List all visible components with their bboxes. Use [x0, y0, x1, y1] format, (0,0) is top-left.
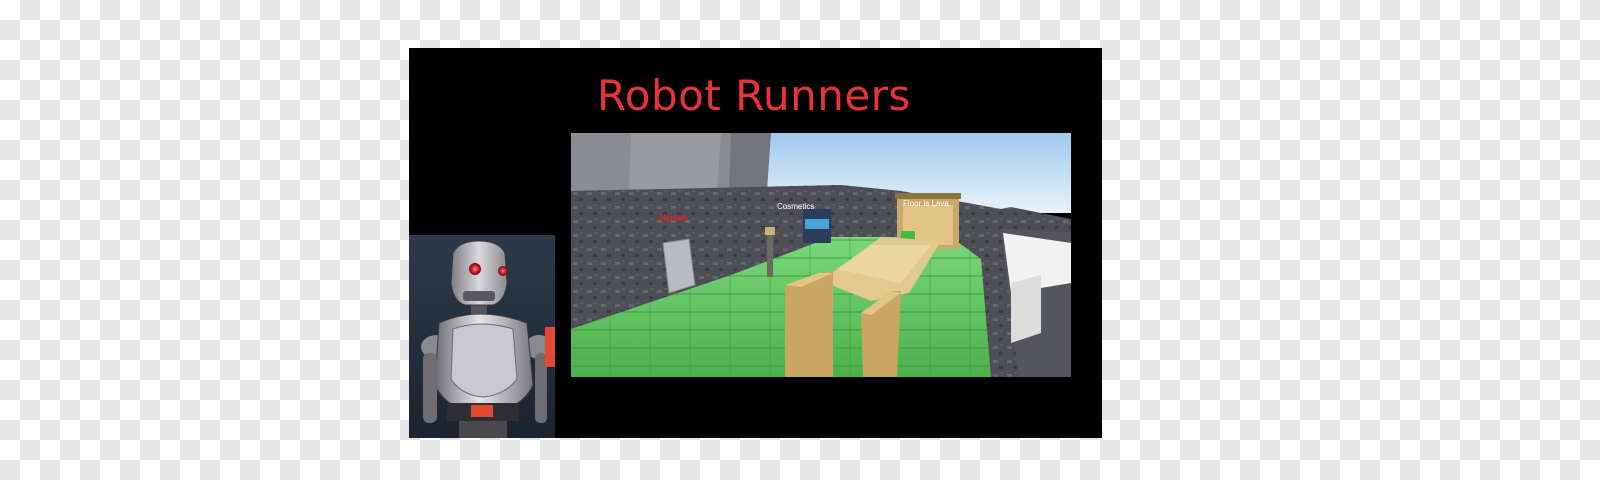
home-sign: Home [659, 213, 687, 224]
game-title: Robot Runners [597, 71, 911, 120]
cosmetics-sign: Cosmetics [777, 202, 814, 211]
robot-portrait [409, 235, 555, 438]
game-screenshot: Home Cosmetics Floor is Lava [571, 133, 1071, 377]
robot-character-icon [409, 235, 555, 438]
floor-is-lava-sign: Floor is Lava [903, 199, 949, 208]
game-scene: Home Cosmetics Floor is Lava [571, 133, 1071, 377]
thumbnail-card: Robot Runners Home Cosmetics Floor is La… [409, 48, 1102, 438]
